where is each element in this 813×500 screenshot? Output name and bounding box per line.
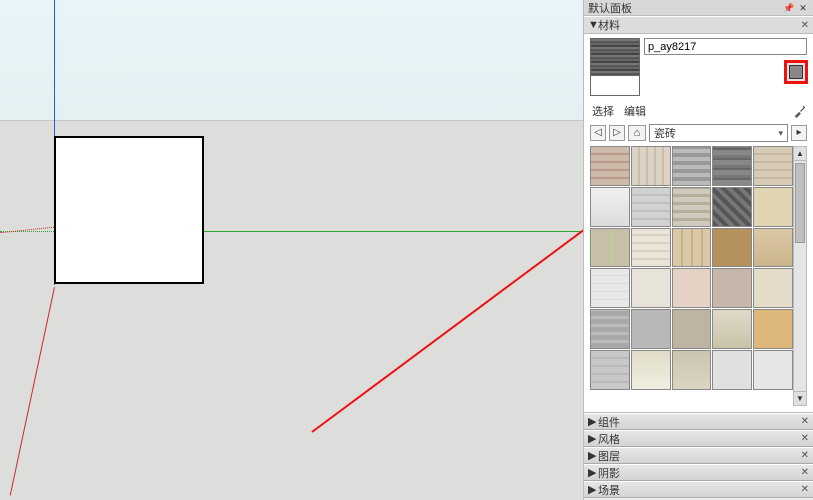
eyedropper-icon[interactable] (793, 104, 807, 118)
material-thumb[interactable] (712, 350, 752, 390)
tray-title-bar[interactable]: 默认面板 📌 ✕ (584, 0, 813, 16)
swatch-back-icon (591, 75, 639, 95)
section-close-icon[interactable]: ✕ (801, 467, 809, 478)
components-label: 组件 (598, 414, 801, 430)
material-thumb[interactable] (753, 309, 793, 349)
library-menu-button[interactable]: ▸ (791, 125, 807, 141)
thumbnails-container: ▲ ▼ (590, 146, 807, 406)
create-material-button[interactable] (784, 60, 808, 84)
axis-x-red (10, 287, 55, 496)
rectangle-face[interactable] (54, 136, 204, 284)
materials-section-header[interactable]: ▼ 材料 ✕ (584, 16, 813, 34)
material-thumb[interactable] (590, 228, 630, 268)
sky-background (0, 0, 583, 120)
materials-label: 材料 (598, 17, 801, 33)
material-thumb[interactable] (672, 309, 712, 349)
material-thumb[interactable] (631, 350, 671, 390)
axis-x-red-dashed (0, 226, 60, 233)
material-thumb[interactable] (631, 228, 671, 268)
material-thumb[interactable] (712, 146, 752, 186)
shadows-label: 阴影 (598, 465, 801, 481)
section-close-icon[interactable]: ✕ (801, 484, 809, 495)
styles-section-header[interactable]: ▶ 风格 ✕ (584, 430, 813, 447)
collapse-arrow-icon: ▶ (588, 449, 598, 462)
material-thumb[interactable] (672, 350, 712, 390)
thumbnail-scrollbar[interactable]: ▲ ▼ (793, 146, 807, 406)
material-thumb[interactable] (631, 268, 671, 308)
tray-close-icon[interactable]: ✕ (797, 2, 809, 14)
scroll-track[interactable] (794, 161, 806, 391)
material-nav-row: ◁ ▷ ⌂ 瓷砖 ▸ (590, 124, 807, 142)
material-thumb[interactable] (712, 268, 752, 308)
material-thumb[interactable] (753, 187, 793, 227)
material-name-input[interactable] (644, 38, 807, 55)
pin-icon[interactable]: 📌 (783, 2, 795, 14)
tray-title: 默认面板 (588, 0, 781, 16)
material-thumb[interactable] (590, 268, 630, 308)
collapse-arrow-icon: ▶ (588, 432, 598, 445)
material-thumb[interactable] (631, 309, 671, 349)
scroll-down-button[interactable]: ▼ (794, 391, 806, 405)
create-material-icon (789, 65, 803, 79)
material-thumb[interactable] (753, 146, 793, 186)
section-close-icon[interactable]: ✕ (801, 433, 809, 444)
material-thumb[interactable] (712, 309, 752, 349)
material-thumb[interactable] (712, 228, 752, 268)
layers-section-header[interactable]: ▶ 图层 ✕ (584, 447, 813, 464)
material-thumb[interactable] (590, 187, 630, 227)
nav-home-button[interactable]: ⌂ (628, 125, 646, 141)
material-thumb[interactable] (590, 350, 630, 390)
material-thumb[interactable] (631, 187, 671, 227)
tab-edit[interactable]: 编辑 (622, 102, 648, 120)
horizon-line (0, 120, 583, 121)
default-tray-panel: 默认面板 📌 ✕ ▼ 材料 ✕ 选择 编辑 ◁ ▷ (583, 0, 813, 500)
section-close-icon[interactable]: ✕ (801, 416, 809, 427)
category-select[interactable]: 瓷砖 (649, 124, 788, 142)
scroll-up-button[interactable]: ▲ (794, 147, 806, 161)
material-thumb[interactable] (590, 309, 630, 349)
materials-close-icon[interactable]: ✕ (801, 20, 809, 31)
expand-arrow-icon: ▼ (588, 19, 598, 31)
material-thumb[interactable] (590, 146, 630, 186)
swatch-front-icon (591, 39, 639, 75)
material-thumb[interactable] (753, 228, 793, 268)
collapse-arrow-icon: ▶ (588, 466, 598, 479)
scenes-label: 场景 (598, 482, 801, 498)
material-thumbnail-grid (590, 146, 793, 406)
material-thumb[interactable] (753, 350, 793, 390)
material-thumb[interactable] (672, 228, 712, 268)
material-thumb[interactable] (753, 268, 793, 308)
material-thumb[interactable] (672, 268, 712, 308)
nav-back-button[interactable]: ◁ (590, 125, 606, 141)
nav-forward-button[interactable]: ▷ (609, 125, 625, 141)
current-material-swatch[interactable] (590, 38, 640, 96)
materials-panel-body: 选择 编辑 ◁ ▷ ⌂ 瓷砖 ▸ (584, 34, 813, 413)
material-thumb[interactable] (672, 146, 712, 186)
shadows-section-header[interactable]: ▶ 阴影 ✕ (584, 464, 813, 481)
section-close-icon[interactable]: ✕ (801, 450, 809, 461)
material-thumb[interactable] (631, 146, 671, 186)
scenes-section-header[interactable]: ▶ 场景 ✕ (584, 481, 813, 498)
collapse-arrow-icon: ▶ (588, 415, 598, 428)
components-section-header[interactable]: ▶ 组件 ✕ (584, 413, 813, 430)
material-thumb[interactable] (712, 187, 752, 227)
viewport-3d[interactable] (0, 0, 583, 500)
layers-label: 图层 (598, 448, 801, 464)
material-thumb[interactable] (672, 187, 712, 227)
collapse-arrow-icon: ▶ (588, 483, 598, 496)
styles-label: 风格 (598, 431, 801, 447)
current-material-row (590, 38, 807, 96)
material-tabs: 选择 编辑 (590, 102, 807, 120)
scroll-handle[interactable] (795, 163, 805, 243)
category-select-value: 瓷砖 (654, 125, 676, 141)
tab-select[interactable]: 选择 (590, 102, 616, 120)
